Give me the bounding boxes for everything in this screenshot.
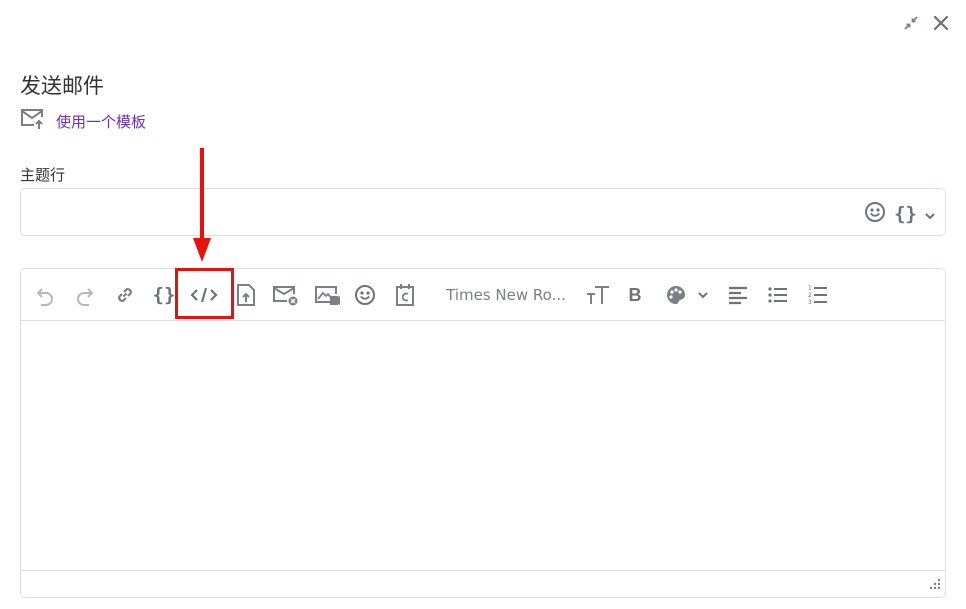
annotation-arrow-icon [193,148,211,262]
font-family-dropdown[interactable]: Times New Ro... [446,282,566,308]
editor-statusbar [21,570,945,597]
variable-braces-icon[interactable]: {} [894,203,917,225]
template-link[interactable]: 使用一个模板 [20,108,146,134]
emoji-icon[interactable] [864,201,886,227]
email-remove-icon[interactable] [271,282,301,308]
clipboard-icon[interactable] [393,282,417,308]
annotation-highlight-box [175,268,234,319]
upload-file-icon[interactable] [234,282,258,308]
collapse-icon[interactable] [902,14,920,32]
subject-field[interactable]: {} [20,188,946,236]
envelope-upload-icon [20,108,46,134]
image-video-icon[interactable] [313,282,341,308]
editor-content-area[interactable] [21,321,945,570]
redo-icon[interactable] [73,282,97,308]
text-color-picker[interactable] [664,282,710,308]
rich-text-editor[interactable]: {} Times New Ro... B 1 2 3 [20,268,946,598]
dialog-title: 发送邮件 [20,74,104,98]
bullet-list-icon[interactable] [766,282,790,308]
chevron-down-icon[interactable] [925,205,935,224]
bold-icon[interactable]: B [625,282,645,308]
numbered-list-icon[interactable]: 123 [806,282,830,308]
resize-grip-icon[interactable] [927,575,941,594]
subject-tools: {} [864,201,935,227]
emoji-icon[interactable] [353,282,377,308]
align-left-icon[interactable] [726,282,750,308]
link-icon[interactable] [113,282,137,308]
svg-text:3: 3 [808,299,812,306]
close-icon[interactable] [932,14,950,32]
subject-input[interactable] [31,189,855,235]
window-controls [902,14,950,32]
template-link-label[interactable]: 使用一个模板 [56,111,146,132]
font-size-icon[interactable] [585,282,611,308]
undo-icon[interactable] [33,282,57,308]
editor-toolbar: {} Times New Ro... B 1 2 3 [21,269,945,321]
subject-label: 主题行 [20,166,66,184]
svg-text:1: 1 [808,285,812,292]
variable-braces-icon[interactable]: {} [151,282,177,308]
svg-text:2: 2 [808,292,812,299]
